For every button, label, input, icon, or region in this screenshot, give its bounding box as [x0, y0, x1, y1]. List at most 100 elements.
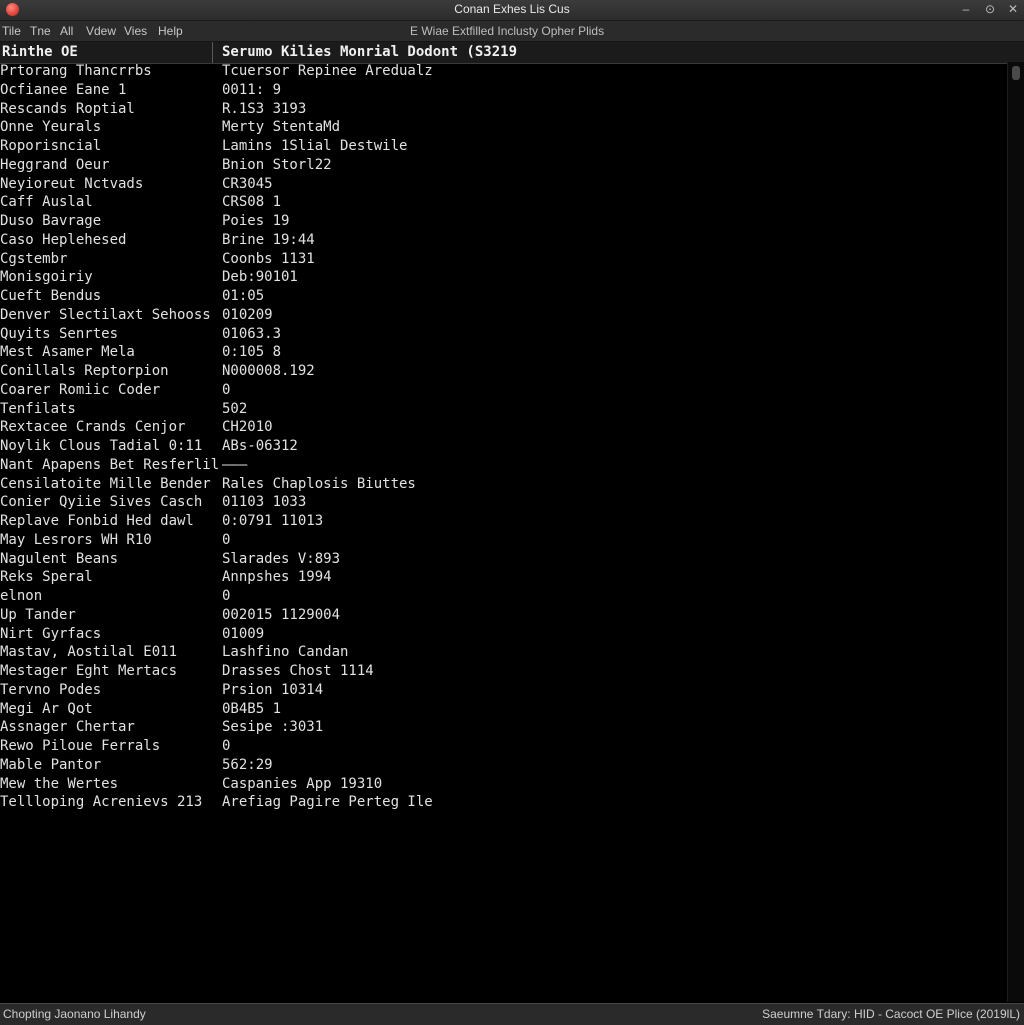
row-name: Coarer Romiic Coder [0, 381, 161, 398]
row-value: CR3045 [222, 175, 273, 192]
menu-edit[interactable]: Tne [30, 24, 51, 38]
window-title: Conan Exhes Lis Cus [454, 2, 570, 16]
list-row[interactable]: Ocfianee Eane 1 0011: 9 [0, 81, 1008, 100]
list-row[interactable]: Megi Ar Qot 0B4B5 1 [0, 700, 1008, 719]
menu-file[interactable]: Tile [2, 24, 21, 38]
status-left-text: Chopting Jaonano Lihandy [3, 1007, 146, 1021]
row-name: Conier Qyiie Sives Casch [0, 494, 203, 511]
row-name: Tenfilats [0, 400, 76, 417]
list-row[interactable]: Tenfilats 502 [0, 400, 1008, 419]
column-header-name[interactable]: Rinthe OE [2, 44, 78, 60]
row-value: Bnion Storl22 [222, 156, 332, 173]
list-row[interactable]: Tervno Podes Prsion 10314 [0, 681, 1008, 700]
row-value: Tcuersor Repinee Aredualz [222, 63, 433, 79]
close-button[interactable]: ✕ [1005, 2, 1021, 16]
menu-all[interactable]: All [60, 24, 73, 38]
row-value: 0 [222, 531, 231, 548]
list-row[interactable]: Censilatoite Mille Bender Rales Chaplosis… [0, 475, 1008, 494]
menubar-info-text: E Wiae Extfilled Inclusty Opher Plids [410, 24, 605, 38]
list-row[interactable]: Rewo Piloue Ferrals 0 [0, 737, 1008, 756]
list-row[interactable]: Mest Asamer Mela 0:105 8 [0, 343, 1008, 362]
list-row[interactable]: elnon 0 [0, 587, 1008, 606]
list-row[interactable]: Caff Auslal CRS08 1 [0, 193, 1008, 212]
row-value: CH2010 [222, 419, 273, 436]
row-name: Rextacee Crands Cenjor [0, 419, 186, 436]
row-name: Rescands Roptial [0, 100, 135, 117]
row-name: Mest Asamer Mela [0, 344, 135, 361]
list-row[interactable]: Conillals Reptorpion N000008.192 [0, 362, 1008, 381]
list-row[interactable]: Assnager Chertar Sesipe :3031 [0, 718, 1008, 737]
list-row[interactable]: Quyits Senrtes 01063.3 [0, 325, 1008, 344]
maximize-button[interactable]: ⊙ [982, 2, 998, 16]
list-row[interactable]: Replave Fonbid Hed dawl 0:0791 11013 [0, 512, 1008, 531]
row-value: Deb:90101 [222, 269, 298, 286]
row-name: Mestager Eght Mertacs [0, 663, 178, 679]
row-name: May Lesrors WH R10 [0, 531, 152, 548]
minimize-button[interactable]: – [958, 2, 974, 16]
column-header-row: Rinthe OE Serumo Kilies Monrial Dodont (… [0, 42, 1024, 64]
row-value: Merty StentaMd [222, 119, 341, 136]
list-row[interactable]: Up Tander 002015 1129004 [0, 606, 1008, 625]
menu-vies[interactable]: Vies [124, 24, 147, 38]
row-value: Lashfino Candan [222, 644, 349, 661]
list-row[interactable]: Prtorang Thancrrbs Tcuersor Repinee Aredu… [0, 62, 1008, 81]
row-value: Sesipe :3031 [222, 719, 324, 736]
row-value: 01063.3 [222, 325, 282, 342]
list-row[interactable]: Cueft Bendus 01:05 [0, 287, 1008, 306]
list-row[interactable]: Caso Heplehesed Brine 19:44 [0, 231, 1008, 250]
row-value: Annpshes 1994 [222, 569, 332, 586]
row-name: Nant Apapens Bet Resferlil [0, 456, 218, 473]
row-name: Caso Heplehesed [0, 231, 127, 248]
list-row[interactable]: Mastav, Aostilal E011 Lashfino Candan [0, 643, 1008, 662]
list-row[interactable]: Nirt Gyrfacs 01009 [0, 625, 1008, 644]
row-value: 0B4B5 1 [222, 700, 282, 717]
list-row[interactable]: Conier Qyiie Sives Casch 01103 1033 [0, 493, 1008, 512]
menu-view[interactable]: Vdew [86, 24, 116, 38]
row-name: Megi Ar Qot [0, 700, 93, 717]
list-row[interactable]: Mew the Wertes Caspanies App 19310 [0, 775, 1008, 794]
vertical-scrollbar[interactable] [1007, 62, 1024, 1002]
list-row[interactable]: Noylik Clous Tadial 0:11 ABs-06312 [0, 437, 1008, 456]
column-divider[interactable] [212, 42, 213, 63]
list-row[interactable]: Rescands Roptial R.1S3 3193 [0, 100, 1008, 119]
list-row[interactable]: Mestager Eght Mertacs Drasses Chost 1114 [0, 662, 1008, 681]
list-row[interactable]: Roporisncial Lamins 1Slial Destwile [0, 137, 1008, 156]
list-row[interactable]: Nant Apapens Bet Resferlil ——— [0, 456, 1008, 475]
list-row[interactable]: Nagulent Beans Slarades V:893 [0, 550, 1008, 569]
list-row[interactable]: Coarer Romiic Coder 0 [0, 381, 1008, 400]
list-row[interactable]: Cgstembr Coonbs 1131 [0, 250, 1008, 269]
list-row[interactable]: May Lesrors WH R10 0 [0, 531, 1008, 550]
row-value: Slarades V:893 [222, 550, 341, 567]
row-name: Reks Speral [0, 569, 93, 586]
list-row[interactable]: Duso Bavrage Poies 19 [0, 212, 1008, 231]
row-name: Tervno Podes [0, 681, 102, 698]
row-name: Cgstembr [0, 250, 68, 267]
row-name: elnon [0, 588, 43, 604]
column-header-value[interactable]: Serumo Kilies Monrial Dodont (S3219 [222, 44, 517, 60]
row-value: Brine 19:44 [222, 231, 315, 248]
row-name: Mew the Wertes [0, 775, 119, 792]
row-name: Nagulent Beans [0, 550, 119, 567]
list-row[interactable]: Rextacee Crands Cenjor CH2010 [0, 418, 1008, 437]
status-bar: Chopting Jaonano Lihandy Saeumne Tdary: … [0, 1003, 1024, 1025]
list-row[interactable]: Heggrand Oeur Bnion Storl22 [0, 156, 1008, 175]
menu-bar: Tile Tne All Vdew Vies Help E Wiae Extfi… [0, 21, 1024, 42]
list-row[interactable]: Tellloping Acrenievs 213 Arefiag Pagire P… [0, 793, 1008, 812]
list-row[interactable]: Mable Pantor 562:29 [0, 756, 1008, 775]
row-value: Lamins 1Slial Destwile [222, 138, 408, 154]
row-name: Cueft Bendus [0, 288, 102, 304]
list-row[interactable]: Onne Yeurals Merty StentaMd [0, 118, 1008, 137]
scrollbar-thumb[interactable] [1012, 66, 1020, 80]
row-name: Tellloping Acrenievs 213 [0, 794, 203, 811]
list-row[interactable]: Reks Speral Annpshes 1994 [0, 568, 1008, 587]
list-row[interactable]: Monisgoiriy Deb:90101 [0, 268, 1008, 287]
list-row[interactable]: Neyioreut Nctvads CR3045 [0, 175, 1008, 194]
menu-help[interactable]: Help [158, 24, 183, 38]
row-value: 0:105 8 [222, 344, 282, 361]
row-value: R.1S3 3193 [222, 100, 307, 117]
row-name: Replave Fonbid Hed dawl [0, 513, 194, 529]
row-name: Assnager Chertar [0, 719, 135, 736]
row-value: CRS08 1 [222, 194, 282, 211]
list-row[interactable]: Denver Slectilaxt Sehooss 010209 [0, 306, 1008, 325]
row-name: Mastav, Aostilal E011 [0, 644, 178, 661]
